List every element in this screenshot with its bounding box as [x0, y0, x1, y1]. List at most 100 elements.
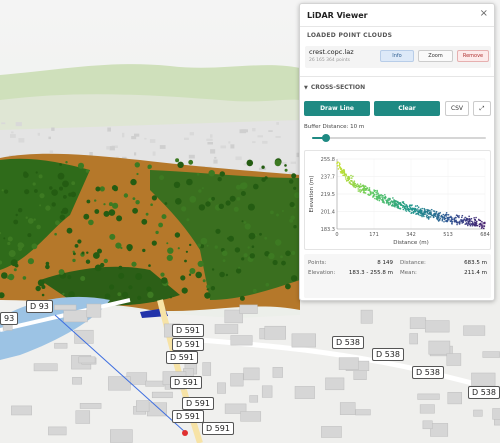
tree [164, 202, 168, 205]
building [202, 362, 212, 376]
profile-point [389, 197, 391, 200]
points-label: Points: [308, 260, 327, 266]
profile-point [417, 206, 420, 208]
profile-point [387, 199, 389, 202]
profile-point [392, 205, 395, 207]
building [75, 410, 91, 424]
building [188, 154, 195, 159]
profile-point [443, 218, 446, 221]
tree [275, 239, 282, 246]
tree [189, 243, 192, 247]
tree [41, 293, 45, 297]
profile-point [468, 219, 471, 221]
road-label: D 538 [372, 348, 404, 361]
tree [141, 218, 148, 225]
clear-button[interactable]: Clear [374, 101, 440, 116]
profile-point [402, 206, 404, 209]
building [252, 141, 256, 144]
profile-point [444, 214, 447, 216]
tree [284, 164, 287, 167]
y-tick-label: 183.3 [321, 227, 335, 233]
building [463, 325, 486, 336]
tree [135, 273, 143, 280]
profile-point [446, 216, 449, 219]
building [144, 137, 147, 140]
chart-svg: 255.8 237.7 219.5 201.4 183.30 171 342 513 684 Di… [309, 157, 490, 246]
draw-line-button[interactable]: Draw Line [304, 101, 370, 116]
profile-point [375, 191, 377, 194]
profile-point [389, 201, 392, 204]
tree [221, 250, 228, 257]
building [214, 156, 217, 159]
building [184, 137, 189, 140]
profile-point [482, 222, 484, 224]
expand-icon[interactable]: ⤢ [473, 101, 491, 116]
profile-point [412, 207, 415, 210]
building [471, 372, 496, 387]
tree [104, 293, 111, 300]
tree [57, 172, 65, 180]
building [325, 377, 345, 391]
x-tick-label: 342 [406, 232, 416, 238]
tree [265, 282, 270, 287]
profile-point [393, 200, 395, 202]
profile-point [483, 225, 485, 228]
profile-point [468, 215, 470, 218]
buffer-distance-slider[interactable] [312, 134, 486, 142]
tree [1, 272, 8, 279]
info-button[interactable]: Info [380, 50, 414, 62]
profile-point [426, 208, 428, 211]
profile-point [402, 205, 404, 207]
tree [159, 175, 165, 181]
slider-thumb[interactable] [321, 134, 330, 142]
tree [197, 260, 204, 267]
tree [34, 189, 38, 193]
tree [45, 264, 50, 270]
profile-point [470, 217, 473, 220]
point-cloud-item: crest.copc.laz 26 165 364 points Info Zo… [305, 46, 491, 68]
profile-point [336, 165, 339, 167]
profile-point [465, 223, 468, 225]
tree [173, 181, 181, 188]
road-label: 93 [0, 312, 19, 325]
profile-point [435, 212, 437, 214]
building [338, 357, 359, 370]
tree [36, 224, 41, 230]
remove-button[interactable]: Remove [457, 50, 489, 62]
profile-point [388, 199, 391, 201]
building [272, 367, 283, 378]
profile-point [482, 227, 485, 230]
building [86, 303, 102, 318]
profile-point [414, 205, 417, 207]
tree [244, 223, 251, 230]
profile-point [440, 214, 443, 217]
profile-point [410, 204, 413, 207]
building [262, 140, 268, 144]
tree [239, 295, 245, 301]
divider [300, 76, 494, 77]
close-icon[interactable]: × [480, 8, 488, 19]
profile-point [356, 183, 359, 185]
profile-point [431, 214, 434, 217]
profile-point [394, 200, 397, 202]
profile-point [480, 227, 483, 229]
csv-export-button[interactable]: CSV [445, 101, 469, 116]
profile-point [419, 214, 421, 217]
tree [51, 202, 56, 207]
tree [241, 257, 245, 261]
zoom-button[interactable]: Zoom [418, 50, 453, 62]
tree [151, 195, 157, 201]
profile-point [420, 212, 422, 215]
building [281, 162, 287, 165]
elevation-profile-chart: 255.8 237.7 219.5 201.4 183.3 0 171 342 513 684 Di… [304, 150, 491, 250]
profile-point [399, 207, 402, 210]
lidar-viewer-panel: LiDAR Viewer × LOADED POINT CLOUDS crest… [299, 3, 495, 301]
profile-point [350, 183, 353, 186]
road-label: D 538 [468, 386, 500, 399]
tree [97, 248, 102, 254]
building [228, 141, 231, 144]
tree [247, 246, 250, 249]
cross-section-toggle[interactable]: ▼ CROSS-SECTION [304, 84, 365, 91]
tree [20, 243, 25, 248]
tree [39, 193, 45, 199]
